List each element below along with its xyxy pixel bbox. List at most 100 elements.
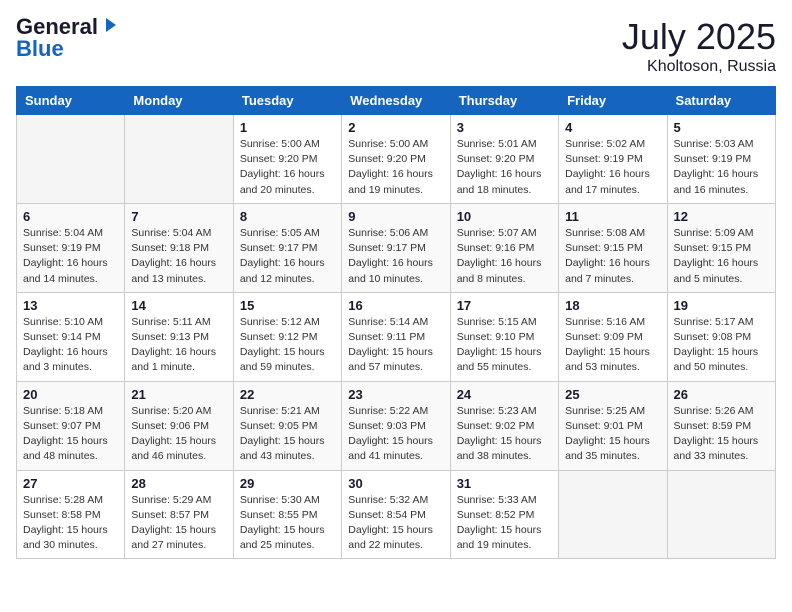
calendar-cell: 9Sunrise: 5:06 AM Sunset: 9:17 PM Daylig… — [342, 203, 450, 292]
day-number: 19 — [674, 298, 769, 313]
calendar-cell: 3 Sunrise: 5:01 AM Sunset: 9:20 PM Daylig… — [450, 115, 558, 204]
calendar-cell: 14Sunrise: 5:11 AM Sunset: 9:13 PM Dayli… — [125, 292, 233, 381]
day-info: Sunrise: 5:00 AM Sunset: 9:20 PM Dayligh… — [348, 137, 443, 198]
calendar-cell: 28Sunrise: 5:29 AM Sunset: 8:57 PM Dayli… — [125, 470, 233, 559]
weekday-header-thursday: Thursday — [450, 87, 558, 115]
calendar-cell: 31 Sunrise: 5:33 AM Sunset: 8:52 PM Dayli… — [450, 470, 558, 559]
day-info: Sunrise: 5:33 AM Sunset: 8:52 PM Dayligh… — [457, 493, 552, 554]
day-number: 1 — [240, 120, 335, 135]
day-info: Sunrise: 5:00 AM Sunset: 9:20 PM Dayligh… — [240, 137, 335, 198]
day-number: 17 — [457, 298, 552, 313]
day-info: Sunrise: 5:02 AM Sunset: 9:19 PM Dayligh… — [565, 137, 660, 198]
calendar-cell — [17, 115, 125, 204]
logo-triangle-icon — [100, 16, 118, 34]
calendar-week-row: 6 Sunrise: 5:04 AM Sunset: 9:19 PM Daylig… — [17, 203, 776, 292]
calendar-header-row: SundayMondayTuesdayWednesdayThursdayFrid… — [17, 87, 776, 115]
calendar-week-row: 13 Sunrise: 5:10 AM Sunset: 9:14 PM Dayli… — [17, 292, 776, 381]
calendar-week-row: 1 Sunrise: 5:00 AM Sunset: 9:20 PM Daylig… — [17, 115, 776, 204]
day-info: Sunrise: 5:11 AM Sunset: 9:13 PM Dayligh… — [131, 315, 226, 376]
day-info: Sunrise: 5:28 AM Sunset: 8:58 PM Dayligh… — [23, 493, 118, 554]
calendar-cell: 19 Sunrise: 5:17 AM Sunset: 9:08 PM Dayli… — [667, 292, 775, 381]
calendar-cell: 20 Sunrise: 5:18 AM Sunset: 9:07 PM Dayli… — [17, 381, 125, 470]
day-info: Sunrise: 5:09 AM Sunset: 9:15 PM Dayligh… — [674, 226, 769, 287]
calendar-cell: 29Sunrise: 5:30 AM Sunset: 8:55 PM Dayli… — [233, 470, 341, 559]
calendar-cell: 11Sunrise: 5:08 AM Sunset: 9:15 PM Dayli… — [559, 203, 667, 292]
day-info: Sunrise: 5:04 AM Sunset: 9:19 PM Dayligh… — [23, 226, 118, 287]
calendar-cell: 25 Sunrise: 5:25 AM Sunset: 9:01 PM Dayli… — [559, 381, 667, 470]
calendar-week-row: 27Sunrise: 5:28 AM Sunset: 8:58 PM Dayli… — [17, 470, 776, 559]
calendar-cell: 4 Sunrise: 5:02 AM Sunset: 9:19 PM Daylig… — [559, 115, 667, 204]
calendar-cell: 21 Sunrise: 5:20 AM Sunset: 9:06 PM Dayli… — [125, 381, 233, 470]
calendar-cell: 5 Sunrise: 5:03 AM Sunset: 9:19 PM Daylig… — [667, 115, 775, 204]
day-info: Sunrise: 5:30 AM Sunset: 8:55 PM Dayligh… — [240, 493, 335, 554]
month-title: July 2025 — [622, 16, 776, 58]
day-number: 5 — [674, 120, 769, 135]
day-info: Sunrise: 5:03 AM Sunset: 9:19 PM Dayligh… — [674, 137, 769, 198]
day-info: Sunrise: 5:15 AM Sunset: 9:10 PM Dayligh… — [457, 315, 552, 376]
calendar-cell: 27Sunrise: 5:28 AM Sunset: 8:58 PM Dayli… — [17, 470, 125, 559]
calendar-week-row: 20 Sunrise: 5:18 AM Sunset: 9:07 PM Dayli… — [17, 381, 776, 470]
weekday-header-friday: Friday — [559, 87, 667, 115]
day-number: 10 — [457, 209, 552, 224]
day-info: Sunrise: 5:10 AM Sunset: 9:14 PM Dayligh… — [23, 315, 118, 376]
day-number: 30 — [348, 476, 443, 491]
calendar-cell: 17 Sunrise: 5:15 AM Sunset: 9:10 PM Dayli… — [450, 292, 558, 381]
day-info: Sunrise: 5:01 AM Sunset: 9:20 PM Dayligh… — [457, 137, 552, 198]
day-number: 2 — [348, 120, 443, 135]
day-number: 15 — [240, 298, 335, 313]
calendar-cell: 24Sunrise: 5:23 AM Sunset: 9:02 PM Dayli… — [450, 381, 558, 470]
day-info: Sunrise: 5:12 AM Sunset: 9:12 PM Dayligh… — [240, 315, 335, 376]
day-number: 24 — [457, 387, 552, 402]
calendar-cell: 16Sunrise: 5:14 AM Sunset: 9:11 PM Dayli… — [342, 292, 450, 381]
day-number: 6 — [23, 209, 118, 224]
day-number: 20 — [23, 387, 118, 402]
day-info: Sunrise: 5:18 AM Sunset: 9:07 PM Dayligh… — [23, 404, 118, 465]
calendar-cell: 8 Sunrise: 5:05 AM Sunset: 9:17 PM Daylig… — [233, 203, 341, 292]
day-info: Sunrise: 5:14 AM Sunset: 9:11 PM Dayligh… — [348, 315, 443, 376]
calendar-table: SundayMondayTuesdayWednesdayThursdayFrid… — [16, 86, 776, 559]
day-info: Sunrise: 5:05 AM Sunset: 9:17 PM Dayligh… — [240, 226, 335, 287]
day-info: Sunrise: 5:16 AM Sunset: 9:09 PM Dayligh… — [565, 315, 660, 376]
day-number: 4 — [565, 120, 660, 135]
calendar-cell: 6 Sunrise: 5:04 AM Sunset: 9:19 PM Daylig… — [17, 203, 125, 292]
day-number: 18 — [565, 298, 660, 313]
day-number: 13 — [23, 298, 118, 313]
logo-general-text: General — [16, 16, 98, 38]
day-number: 28 — [131, 476, 226, 491]
page-header: General Blue July 2025 Kholtoson, Russia — [16, 16, 776, 76]
day-number: 25 — [565, 387, 660, 402]
logo: General Blue — [16, 16, 118, 60]
day-info: Sunrise: 5:21 AM Sunset: 9:05 PM Dayligh… — [240, 404, 335, 465]
day-info: Sunrise: 5:07 AM Sunset: 9:16 PM Dayligh… — [457, 226, 552, 287]
day-number: 8 — [240, 209, 335, 224]
day-number: 31 — [457, 476, 552, 491]
calendar-cell: 10 Sunrise: 5:07 AM Sunset: 9:16 PM Dayli… — [450, 203, 558, 292]
title-area: July 2025 Kholtoson, Russia — [622, 16, 776, 76]
day-number: 11 — [565, 209, 660, 224]
calendar-cell: 13 Sunrise: 5:10 AM Sunset: 9:14 PM Dayli… — [17, 292, 125, 381]
day-info: Sunrise: 5:25 AM Sunset: 9:01 PM Dayligh… — [565, 404, 660, 465]
day-info: Sunrise: 5:17 AM Sunset: 9:08 PM Dayligh… — [674, 315, 769, 376]
calendar-cell — [125, 115, 233, 204]
weekday-header-saturday: Saturday — [667, 87, 775, 115]
calendar-cell: 30Sunrise: 5:32 AM Sunset: 8:54 PM Dayli… — [342, 470, 450, 559]
location-title: Kholtoson, Russia — [622, 58, 776, 76]
day-number: 7 — [131, 209, 226, 224]
calendar-cell — [559, 470, 667, 559]
day-number: 12 — [674, 209, 769, 224]
day-number: 23 — [348, 387, 443, 402]
calendar-cell: 2 Sunrise: 5:00 AM Sunset: 9:20 PM Daylig… — [342, 115, 450, 204]
weekday-header-tuesday: Tuesday — [233, 87, 341, 115]
day-number: 21 — [131, 387, 226, 402]
calendar-cell: 1 Sunrise: 5:00 AM Sunset: 9:20 PM Daylig… — [233, 115, 341, 204]
weekday-header-wednesday: Wednesday — [342, 87, 450, 115]
day-number: 26 — [674, 387, 769, 402]
day-number: 3 — [457, 120, 552, 135]
day-number: 9 — [348, 209, 443, 224]
calendar-cell: 18 Sunrise: 5:16 AM Sunset: 9:09 PM Dayli… — [559, 292, 667, 381]
calendar-cell: 15 Sunrise: 5:12 AM Sunset: 9:12 PM Dayli… — [233, 292, 341, 381]
day-info: Sunrise: 5:20 AM Sunset: 9:06 PM Dayligh… — [131, 404, 226, 465]
calendar-cell: 26Sunrise: 5:26 AM Sunset: 8:59 PM Dayli… — [667, 381, 775, 470]
calendar-cell: 23Sunrise: 5:22 AM Sunset: 9:03 PM Dayli… — [342, 381, 450, 470]
weekday-header-sunday: Sunday — [17, 87, 125, 115]
